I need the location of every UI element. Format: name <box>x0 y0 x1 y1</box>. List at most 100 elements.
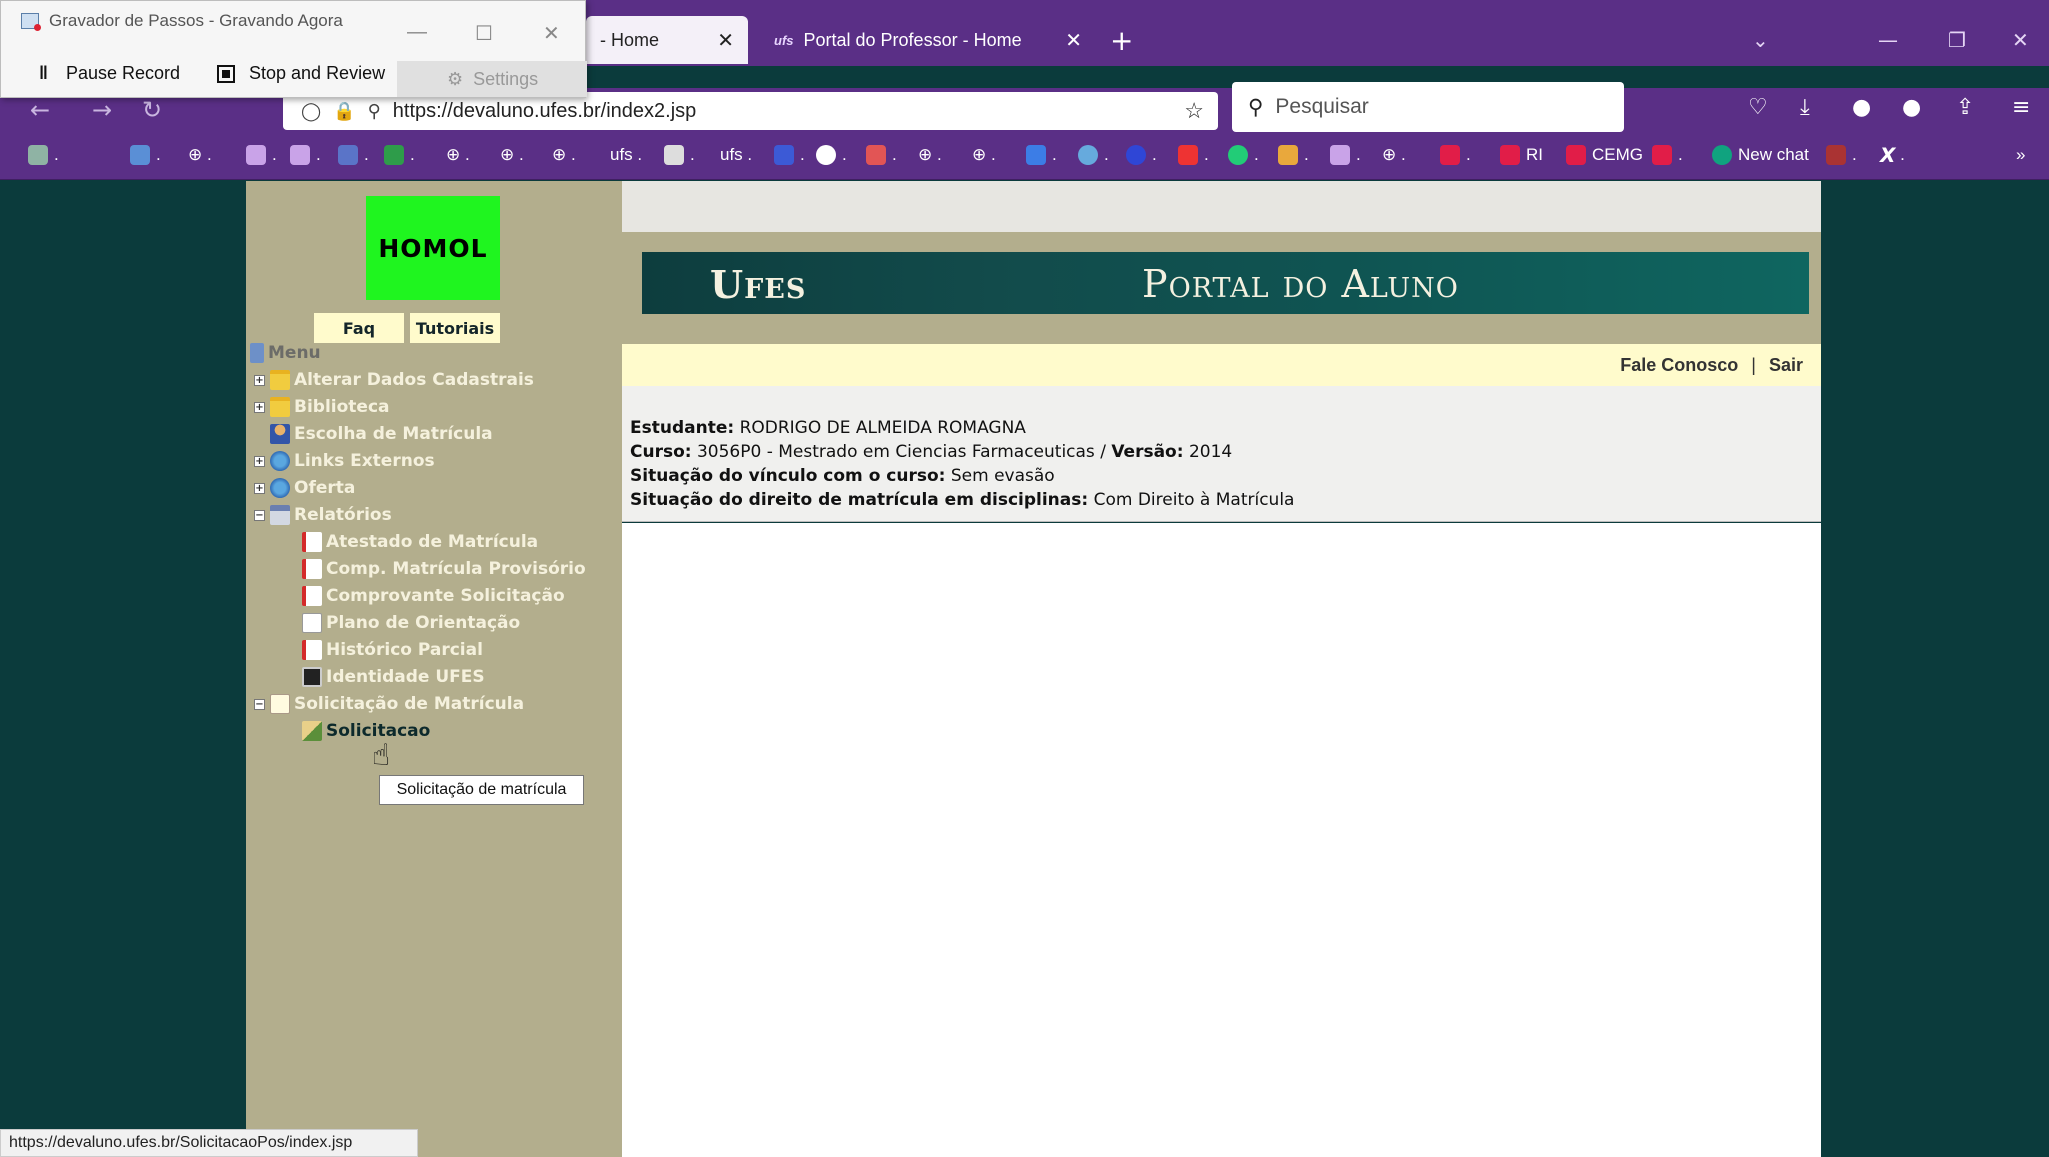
bookmark-item[interactable]: . <box>338 140 369 170</box>
bookmark-item[interactable]: . <box>130 140 161 170</box>
menu-item-plano-orientacao[interactable]: Plano de Orientação <box>302 610 520 636</box>
menu-item-links-externos[interactable]: + Links Externos <box>254 448 435 474</box>
bookmark-item[interactable]: . <box>1278 140 1309 170</box>
menu-item-solicitacao[interactable]: Solicitacao <box>302 718 430 744</box>
tutoriais-label: Tutoriais <box>415 318 495 338</box>
bookmark-item[interactable]: . <box>1826 140 1857 170</box>
bookmark-cemg[interactable]: CEMG <box>1566 140 1643 170</box>
collapse-icon[interactable]: − <box>254 698 265 710</box>
x-icon[interactable]: 𝙓 . <box>1880 140 1905 170</box>
menu-item-biblioteca[interactable]: + Biblioteca <box>254 394 390 420</box>
pause-icon: ‖ <box>39 63 48 83</box>
bookmark-item[interactable]: . <box>1078 140 1109 170</box>
youtube-icon[interactable]: . <box>1440 140 1471 170</box>
bookmark-item[interactable]: . <box>246 140 277 170</box>
restore-icon[interactable]: ❐ <box>1948 28 1966 52</box>
menu-icon <box>250 343 264 363</box>
globe-icon[interactable]: ⊕ . <box>918 140 942 170</box>
stop-review-button[interactable]: Stop and Review <box>217 63 385 84</box>
bookmark-item[interactable]: . <box>1178 140 1209 170</box>
close-icon[interactable]: ✕ <box>717 28 734 53</box>
expand-icon[interactable]: + <box>254 374 265 386</box>
ufes-title: Ufes <box>710 262 807 307</box>
bookmark-item[interactable]: . <box>1330 140 1361 170</box>
chevron-right-icon[interactable]: » <box>2016 140 2025 170</box>
sair-link[interactable]: Sair <box>1769 355 1803 375</box>
bookmark-item[interactable]: . <box>28 140 59 170</box>
tab-portal-professor[interactable]: ufs Portal do Professor - Home ✕ <box>760 16 1096 64</box>
menu-item-comp-matricula[interactable]: Comp. Matrícula Provisório <box>302 556 586 582</box>
minimize-icon[interactable]: — <box>1878 28 1898 52</box>
globe-icon[interactable]: ⊕ . <box>552 140 576 170</box>
search-placeholder: Pesquisar <box>1275 95 1369 118</box>
new-tab-icon[interactable]: + <box>1110 24 1133 57</box>
download-icon[interactable]: ⤓ <box>1800 95 1810 120</box>
bookmark-item[interactable]: . <box>1126 140 1157 170</box>
globe-icon[interactable]: ⊕ . <box>1382 140 1406 170</box>
expand-icon[interactable]: + <box>254 455 265 467</box>
reload-icon[interactable]: ↻ <box>142 96 162 124</box>
collapse-icon[interactable]: − <box>254 509 265 521</box>
close-icon[interactable]: ✕ <box>1065 28 1082 53</box>
edit-icon <box>302 721 322 741</box>
bookmark-item[interactable]: . <box>290 140 321 170</box>
profile-d-icon[interactable]: ● <box>1852 95 1871 120</box>
menu-item-oferta[interactable]: + Oferta <box>254 475 355 501</box>
youtube-icon[interactable]: . <box>1652 140 1683 170</box>
menu-label: Menu <box>268 343 321 363</box>
fale-conosco-link[interactable]: Fale Conosco <box>1620 355 1738 375</box>
menu-icon[interactable]: ≡ <box>2012 95 2030 120</box>
faq-button[interactable]: Faq <box>314 313 404 343</box>
bookmark-item[interactable]: . <box>384 140 415 170</box>
extension-icon[interactable]: ● <box>1902 95 1921 120</box>
maximize-icon[interactable]: ☐ <box>475 21 493 46</box>
menu-item-atestado[interactable]: Atestado de Matrícula <box>302 529 538 555</box>
bookmark-item[interactable]: . <box>1026 140 1057 170</box>
settings-button[interactable]: ⚙ Settings <box>397 61 587 97</box>
bookmark-label: RI <box>1526 145 1543 164</box>
pocket-icon[interactable]: ♡ <box>1748 95 1768 120</box>
expand-icon[interactable]: + <box>254 482 265 494</box>
menu-item-solicitacao-matricula[interactable]: − Solicitação de Matrícula <box>254 691 524 717</box>
bookmark-new-chat[interactable]: New chat <box>1712 140 1809 170</box>
student-info: Estudante: RODRIGO DE ALMEIDA ROMAGNA Cu… <box>622 386 1821 522</box>
tutoriais-button[interactable]: Tutoriais <box>410 313 500 343</box>
close-icon[interactable]: ✕ <box>543 21 560 46</box>
bookmark-item[interactable]: . <box>664 140 695 170</box>
person-icon <box>270 424 290 444</box>
share-icon[interactable]: ⇪ <box>1956 95 1974 120</box>
menu-item-comprovante[interactable]: Comprovante Solicitação <box>302 583 565 609</box>
bookmark-item[interactable]: ufs . <box>610 140 642 170</box>
bookmark-item[interactable]: . <box>866 140 897 170</box>
ufes-favicon-icon: ufs <box>774 32 794 48</box>
bookmark-item[interactable]: . <box>816 140 847 170</box>
globe-icon[interactable]: ⊕ . <box>500 140 524 170</box>
minimize-icon[interactable]: — <box>407 21 427 44</box>
tab-home[interactable]: - Home ✕ <box>586 16 748 64</box>
window-close-icon[interactable]: ✕ <box>2012 28 2029 52</box>
menu-item-escolha-matricula[interactable]: Escolha de Matrícula <box>270 421 493 447</box>
bookmark-item[interactable]: ufs . <box>720 140 752 170</box>
pdf-icon <box>302 559 322 579</box>
expand-icon[interactable]: + <box>254 401 265 413</box>
menu-item-historico[interactable]: Histórico Parcial <box>302 637 483 663</box>
bookmark-star-icon[interactable]: ☆ <box>1184 98 1204 124</box>
forward-icon[interactable]: → <box>92 96 112 124</box>
bookmark-item[interactable]: . <box>1228 140 1259 170</box>
globe-icon[interactable]: ⊕ . <box>972 140 996 170</box>
bookmark-ri[interactable]: RI <box>1500 140 1543 170</box>
menu-item-label: Solicitação de Matrícula <box>294 694 525 714</box>
pause-record-button[interactable]: ‖ Pause Record <box>39 63 180 84</box>
chevron-down-icon[interactable]: ⌄ <box>1752 28 1769 52</box>
menu-item-identidade[interactable]: Identidade UFES <box>302 664 485 690</box>
tooltip-text: Solicitação de matrícula <box>396 781 567 798</box>
globe-icon[interactable]: ⊕ . <box>446 140 470 170</box>
direito-value: Com Direito à Matrícula <box>1093 490 1295 510</box>
back-icon[interactable]: ← <box>30 96 50 124</box>
search-input[interactable]: ⚲ Pesquisar <box>1232 82 1624 132</box>
menu-item-alterar-dados[interactable]: + Alterar Dados Cadastrais <box>254 367 534 393</box>
menu-item-relatorios[interactable]: − Relatórios <box>254 502 392 528</box>
globe-icon[interactable]: ⊕ . <box>188 140 212 170</box>
vinculo-value: Sem evasão <box>950 466 1055 486</box>
bookmark-item[interactable]: . <box>774 140 805 170</box>
